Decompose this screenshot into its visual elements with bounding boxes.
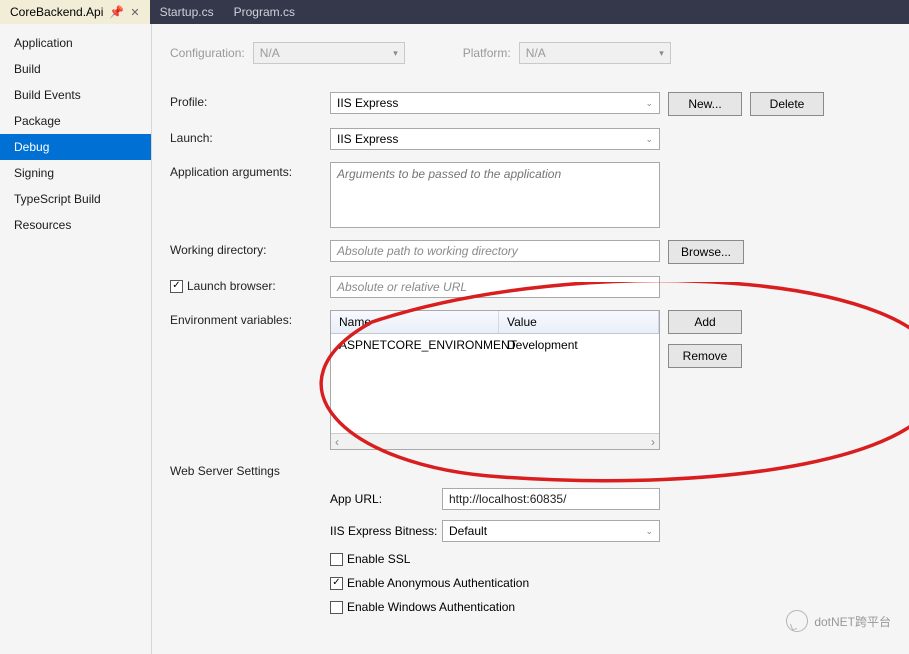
env-label: Environment variables:: [170, 310, 330, 327]
enable-ssl-checkbox[interactable]: [330, 553, 343, 566]
scroll-left-icon[interactable]: ‹: [335, 435, 339, 449]
sidebar-item-application[interactable]: Application: [0, 30, 151, 56]
sidebar-item-package[interactable]: Package: [0, 108, 151, 134]
profile-label: Profile:: [170, 92, 330, 109]
pin-icon[interactable]: 📌: [109, 5, 124, 19]
chevron-down-icon: ⌄: [645, 134, 653, 145]
args-label: Application arguments:: [170, 162, 330, 179]
watermark: dotNET跨平台: [786, 610, 891, 632]
debug-settings-panel: Configuration: N/A ▾ Platform: N/A ▾ Pro…: [152, 24, 909, 654]
sidebar-item-signing[interactable]: Signing: [0, 160, 151, 186]
scroll-right-icon[interactable]: ›: [651, 435, 655, 449]
env-add-button[interactable]: Add: [668, 310, 742, 334]
chevron-down-icon: ▾: [393, 48, 398, 59]
sidebar-item-resources[interactable]: Resources: [0, 212, 151, 238]
tab-program[interactable]: Program.cs: [224, 0, 305, 24]
profile-combo[interactable]: IIS Express ⌄: [330, 92, 660, 114]
appurl-input[interactable]: http://localhost:60835/: [442, 488, 660, 510]
delete-profile-button[interactable]: Delete: [750, 92, 824, 116]
property-page-sidebar: Application Build Build Events Package D…: [0, 24, 152, 654]
sidebar-item-typescript-build[interactable]: TypeScript Build: [0, 186, 151, 212]
bitness-label: IIS Express Bitness:: [330, 524, 442, 538]
new-profile-button[interactable]: New...: [668, 92, 742, 116]
bitness-combo[interactable]: Default ⌄: [442, 520, 660, 542]
web-server-section-title: Web Server Settings: [170, 464, 883, 478]
workdir-input[interactable]: Absolute path to working directory: [330, 240, 660, 262]
wechat-icon: [786, 610, 808, 632]
chevron-down-icon: ▾: [659, 48, 664, 59]
env-row[interactable]: ASPNETCORE_ENVIRONMENT Development: [331, 334, 659, 356]
close-icon[interactable]: ✕: [130, 6, 139, 19]
env-scrollbar[interactable]: ‹ ›: [331, 433, 659, 449]
env-cell-name: ASPNETCORE_ENVIRONMENT: [331, 334, 499, 356]
enable-win-label: Enable Windows Authentication: [347, 600, 515, 614]
launch-browser-url-input[interactable]: Absolute or relative URL: [330, 276, 660, 298]
workdir-label: Working directory:: [170, 240, 330, 257]
tab-project[interactable]: CoreBackend.Api 📌 ✕: [0, 0, 150, 24]
sidebar-item-debug[interactable]: Debug: [0, 134, 151, 160]
env-variables-grid[interactable]: Name Value ASPNETCORE_ENVIRONMENT Develo…: [330, 310, 660, 450]
launch-combo[interactable]: IIS Express ⌄: [330, 128, 660, 150]
launch-browser-label: Launch browser:: [187, 279, 276, 293]
platform-label: Platform:: [463, 46, 511, 60]
tab-label: Program.cs: [234, 5, 295, 19]
sidebar-item-build-events[interactable]: Build Events: [0, 82, 151, 108]
tab-label: Startup.cs: [160, 5, 214, 19]
enable-anon-checkbox[interactable]: [330, 577, 343, 590]
env-remove-button[interactable]: Remove: [668, 344, 742, 368]
tab-label: CoreBackend.Api: [10, 5, 103, 19]
chevron-down-icon: ⌄: [645, 526, 653, 537]
platform-select[interactable]: N/A ▾: [519, 42, 671, 64]
configuration-label: Configuration:: [170, 46, 245, 60]
env-col-value[interactable]: Value: [499, 311, 659, 333]
sidebar-item-build[interactable]: Build: [0, 56, 151, 82]
args-input[interactable]: [330, 162, 660, 228]
launch-browser-checkbox[interactable]: [170, 280, 183, 293]
env-cell-value: Development: [499, 334, 659, 356]
configuration-select[interactable]: N/A ▾: [253, 42, 405, 64]
browse-button[interactable]: Browse...: [668, 240, 744, 264]
launch-label: Launch:: [170, 128, 330, 145]
enable-ssl-label: Enable SSL: [347, 552, 410, 566]
enable-win-checkbox[interactable]: [330, 601, 343, 614]
tab-strip: CoreBackend.Api 📌 ✕ Startup.cs Program.c…: [0, 0, 909, 24]
appurl-label: App URL:: [330, 492, 442, 506]
env-col-name[interactable]: Name: [331, 311, 499, 333]
enable-anon-label: Enable Anonymous Authentication: [347, 576, 529, 590]
tab-startup[interactable]: Startup.cs: [150, 0, 224, 24]
chevron-down-icon: ⌄: [645, 98, 653, 109]
